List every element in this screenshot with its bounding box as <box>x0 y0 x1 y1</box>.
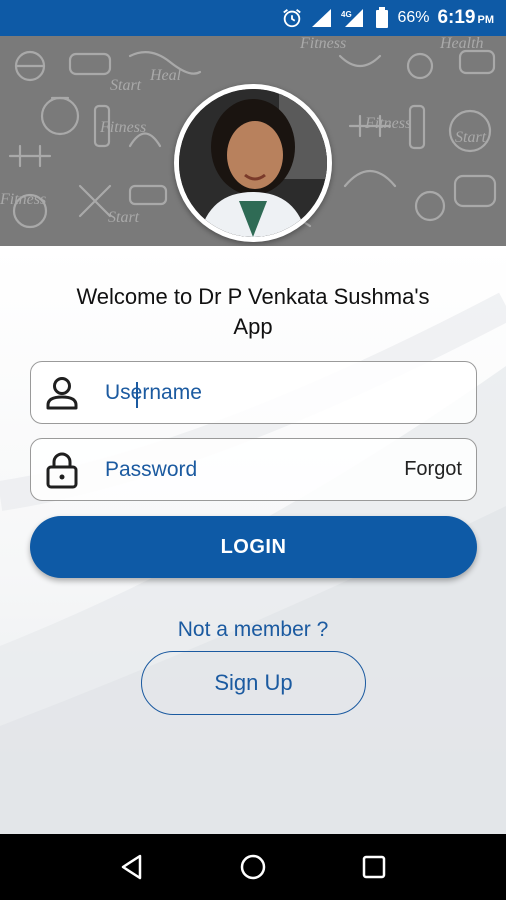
svg-text:Start: Start <box>108 209 140 226</box>
not-member-text: Not a member ? <box>177 618 329 641</box>
svg-text:Fitness: Fitness <box>299 36 346 52</box>
svg-text:Fitness: Fitness <box>364 115 411 132</box>
clock: 6:19 PM <box>437 7 494 29</box>
header-banner: Start Fitness Health Heal Fitness Fitnes… <box>0 36 506 246</box>
login-panel: Welcome to Dr P Venkata Sushma's App For… <box>0 246 506 834</box>
profile-avatar-frame <box>174 84 332 242</box>
wifi-signal-icon <box>311 8 333 28</box>
back-icon[interactable] <box>112 847 152 887</box>
android-nav-bar <box>0 834 506 900</box>
forgot-password-link[interactable]: Forgot <box>404 458 476 481</box>
doctor-photo <box>179 89 327 237</box>
svg-text:Health: Health <box>439 36 484 52</box>
svg-text:Fitness: Fitness <box>99 119 146 136</box>
welcome-title: Welcome to Dr P Venkata Sushma's App <box>20 282 486 342</box>
welcome-line-2: App <box>233 314 273 339</box>
clock-ampm: PM <box>477 14 495 26</box>
login-button[interactable]: LOGIN <box>30 516 477 578</box>
svg-text:Start: Start <box>455 129 487 146</box>
username-field[interactable] <box>30 361 477 424</box>
home-icon[interactable] <box>233 847 273 887</box>
svg-text:Fitness: Fitness <box>0 191 46 208</box>
text-cursor <box>136 382 138 408</box>
status-bar: 4G 66% 6:19 PM <box>0 0 506 36</box>
user-icon <box>31 362 93 423</box>
recents-icon[interactable] <box>354 847 394 887</box>
welcome-line-1: Welcome to Dr P Venkata Sushma's <box>76 284 430 309</box>
lock-icon <box>31 439 93 500</box>
clock-time: 6:19 <box>437 7 476 28</box>
cellular-signal-icon: 4G <box>341 8 367 28</box>
avatar <box>179 89 327 237</box>
password-input[interactable] <box>93 439 405 500</box>
sign-up-button[interactable]: Sign Up <box>141 651 366 715</box>
password-field[interactable]: Forgot <box>30 438 477 501</box>
battery-icon <box>375 7 389 29</box>
battery-percent: 66% <box>397 9 430 26</box>
network-type-label: 4G <box>341 10 352 19</box>
username-input[interactable] <box>93 362 476 423</box>
svg-text:Start: Start <box>110 77 142 94</box>
svg-text:Heal: Heal <box>149 67 182 84</box>
alarm-icon <box>281 7 303 29</box>
